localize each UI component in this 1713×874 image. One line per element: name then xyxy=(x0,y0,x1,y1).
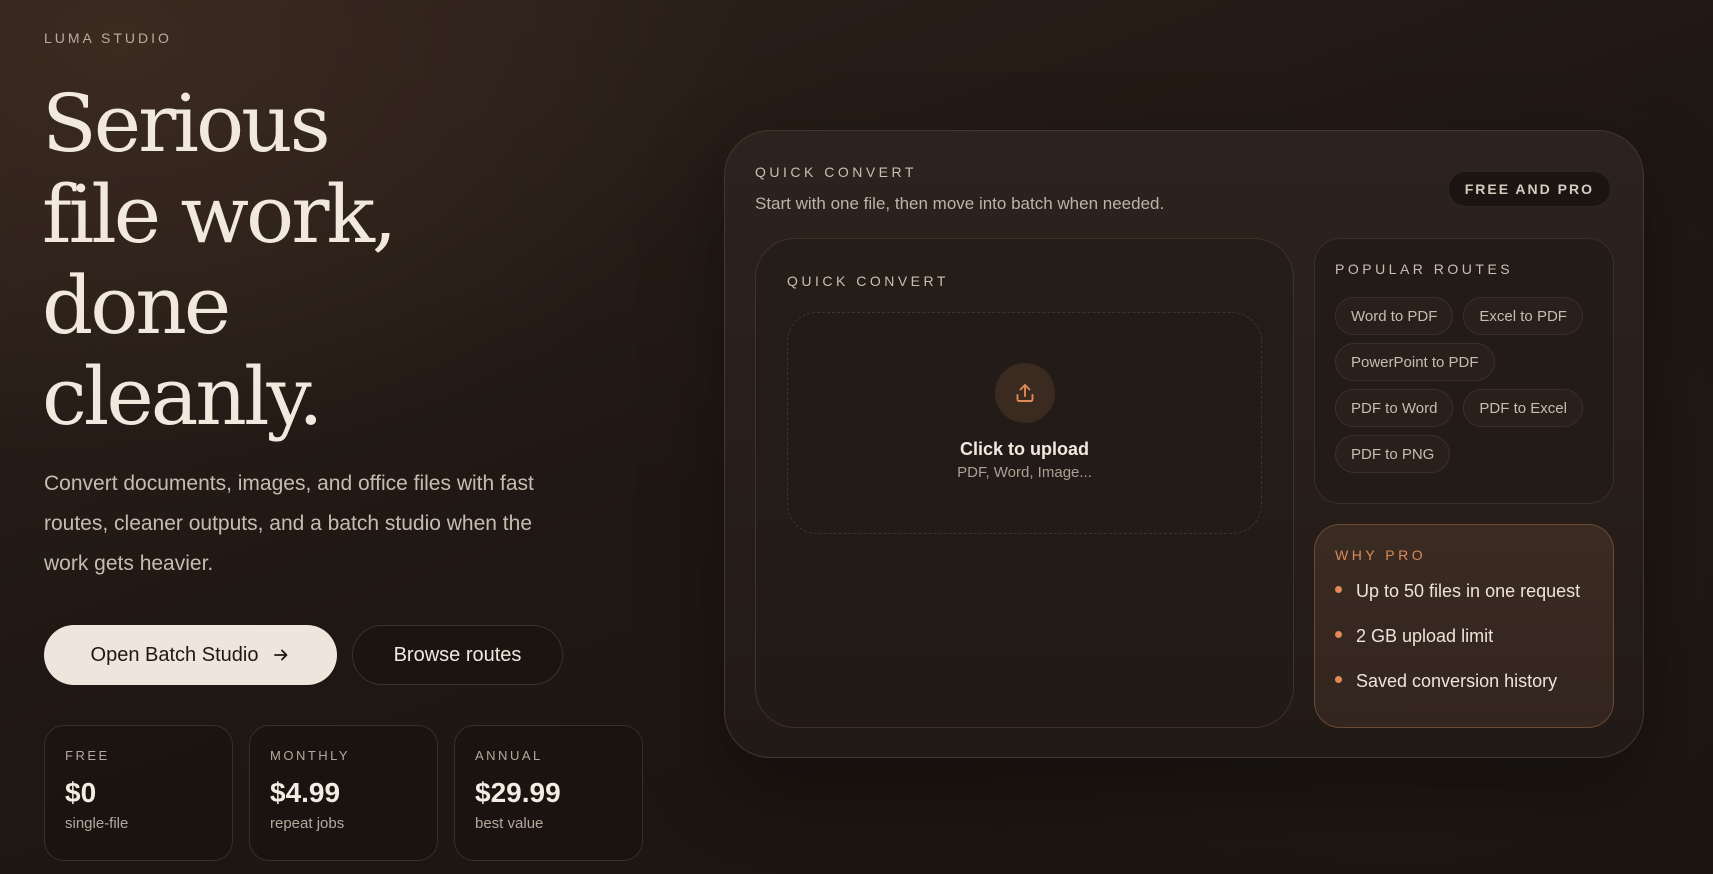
pricing-card-monthly: MONTHLY $4.99 repeat jobs xyxy=(249,725,438,861)
route-chip-pdf-to-excel[interactable]: PDF to Excel xyxy=(1463,389,1583,427)
panel-eyebrow: QUICK CONVERT xyxy=(755,164,917,180)
pricing-tier: FREE xyxy=(65,748,110,763)
upload-dropzone[interactable]: Click to upload PDF, Word, Image... xyxy=(787,312,1262,534)
route-chip-pdf-to-word[interactable]: PDF to Word xyxy=(1335,389,1454,427)
upload-formats: PDF, Word, Image... xyxy=(957,464,1092,481)
bullet-dot-icon xyxy=(1335,586,1342,593)
pro-benefit-text: 2 GB upload limit xyxy=(1356,626,1494,646)
bullet-dot-icon xyxy=(1335,631,1342,638)
arrow-right-icon xyxy=(274,649,288,661)
plan-badge: FREE AND PRO xyxy=(1447,171,1611,207)
pro-benefit-item: 2 GB upload limit xyxy=(1335,626,1593,671)
open-batch-studio-label: Open Batch Studio xyxy=(90,643,259,666)
hero-title-line: Serious xyxy=(42,77,331,170)
pricing-amount: $29.99 xyxy=(475,777,561,808)
upload-title: Click to upload xyxy=(959,439,1089,459)
why-pro-title: WHY PRO xyxy=(1335,547,1427,563)
why-pro-box: WHY PRO Up to 50 files in one request 2 … xyxy=(1314,524,1614,728)
pricing-tier: MONTHLY xyxy=(270,748,351,763)
upload-icon xyxy=(995,363,1055,423)
popular-routes-title: POPULAR ROUTES xyxy=(1335,261,1514,277)
route-chip-list: Word to PDF Excel to PDF PowerPoint to P… xyxy=(1335,297,1593,473)
pricing-card-annual: ANNUAL $29.99 best value xyxy=(454,725,643,861)
browse-routes-label: Browse routes xyxy=(393,643,522,666)
hero-title-line: done xyxy=(42,259,231,352)
pro-benefit-text: Saved conversion history xyxy=(1356,671,1558,691)
pricing-note: best value xyxy=(475,815,544,832)
bullet-dot-icon xyxy=(1335,676,1342,683)
hero-title-line: file work, xyxy=(42,168,397,261)
pricing-card-free: FREE $0 single-file xyxy=(44,725,233,861)
pricing-amount: $4.99 xyxy=(270,777,341,808)
pricing-tier: ANNUAL xyxy=(475,748,543,763)
hero-title: Serious file work, done cleanly. xyxy=(42,78,562,442)
pro-benefit-text: Up to 50 files in one request xyxy=(1356,581,1581,601)
hero-description: Convert documents, images, and office fi… xyxy=(44,472,534,575)
hero-title-line: cleanly. xyxy=(42,350,324,443)
pro-benefit-item: Saved conversion history xyxy=(1335,671,1593,716)
route-chip-pdf-to-png[interactable]: PDF to PNG xyxy=(1335,435,1451,473)
pricing-note: repeat jobs xyxy=(270,815,345,832)
route-chip-excel-to-pdf[interactable]: Excel to PDF xyxy=(1463,297,1583,335)
route-chip-word-to-pdf[interactable]: Word to PDF xyxy=(1335,297,1454,335)
brand-logo: LUMA STUDIO xyxy=(44,30,172,46)
quick-convert-box: QUICK CONVERT Click to upload PDF, Word,… xyxy=(755,238,1294,728)
popular-routes-box: POPULAR ROUTES Word to PDF Excel to PDF … xyxy=(1314,238,1614,504)
quick-convert-panel: QUICK CONVERT Start with one file, then … xyxy=(724,130,1644,758)
open-batch-studio-button[interactable]: Open Batch Studio xyxy=(44,625,337,685)
quick-convert-eyebrow: QUICK CONVERT xyxy=(787,273,949,289)
route-chip-powerpoint-to-pdf[interactable]: PowerPoint to PDF xyxy=(1335,343,1495,381)
pro-benefit-list: Up to 50 files in one request 2 GB uploa… xyxy=(1335,581,1593,716)
pro-benefit-item: Up to 50 files in one request xyxy=(1335,581,1593,626)
browse-routes-button[interactable]: Browse routes xyxy=(352,625,563,685)
panel-subtitle: Start with one file, then move into batc… xyxy=(755,194,1165,213)
pricing-amount: $0 xyxy=(65,777,97,808)
pricing-note: single-file xyxy=(65,815,129,832)
